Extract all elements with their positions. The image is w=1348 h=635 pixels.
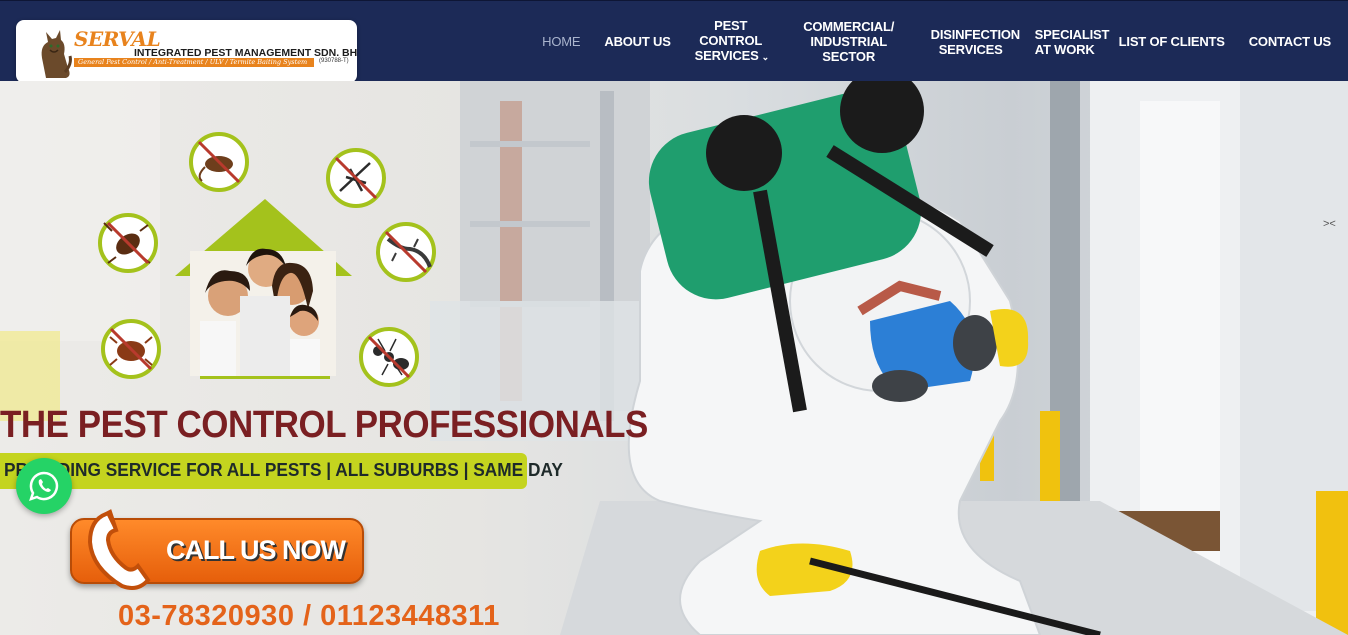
nav-list-of-clients[interactable]: LIST OF CLIENTS bbox=[1107, 34, 1237, 49]
hero-subline: PROVIDING SERVICE FOR ALL PESTS | ALL SU… bbox=[4, 460, 563, 480]
nav-contact-us[interactable]: CONTACT US bbox=[1237, 34, 1348, 49]
whatsapp-button[interactable] bbox=[16, 458, 72, 514]
rat-prohibited-icon bbox=[189, 132, 249, 192]
call-us-now-label: CALL US NOW bbox=[166, 535, 346, 565]
whatsapp-icon bbox=[29, 471, 59, 501]
nav-about-label: ABOUT US bbox=[604, 34, 671, 49]
nav-commercial-label: COMMERCIAL/ INDUSTRIAL SECTOR bbox=[803, 19, 895, 64]
nav-specialist-label: SPECIALIST AT WORK bbox=[1034, 26, 1110, 57]
nav-pest-control-label: PEST CONTROL SERVICES bbox=[694, 18, 763, 63]
lizard-prohibited-icon bbox=[376, 222, 436, 282]
nav-pest-control-services[interactable]: PEST CONTROL SERVICES ⌄ bbox=[683, 18, 779, 65]
nav-disinfection-label: DISINFECTION SERVICES bbox=[930, 26, 1021, 57]
logo-reg-no: (930788-T) bbox=[319, 58, 349, 64]
hero-headline: THE PEST CONTROL PROFESSIONALS bbox=[0, 404, 648, 446]
hero-banner: THE PEST CONTROL PROFESSIONALS PROVIDING… bbox=[0, 81, 1348, 635]
cockroach-prohibited-icon bbox=[98, 213, 158, 273]
nav-specialist-at-work[interactable]: SPECIALIST AT WORK bbox=[1023, 26, 1110, 57]
nav-commercial-industrial[interactable]: COMMERCIAL/ INDUSTRIAL SECTOR bbox=[779, 19, 919, 64]
nav-contact-label: CONTACT US bbox=[1248, 34, 1331, 49]
phone-numbers[interactable]: 03-78320930 / 01123448311 bbox=[118, 600, 500, 633]
nav-clients-label: LIST OF CLIENTS bbox=[1118, 34, 1225, 49]
mosquito-prohibited-icon bbox=[326, 148, 386, 208]
main-nav: HOME ABOUT US PEST CONTROL SERVICES ⌄ COM… bbox=[530, 1, 1348, 82]
cat-logo-icon bbox=[41, 30, 72, 78]
call-us-now-button[interactable]: CALL US NOW bbox=[70, 509, 364, 590]
phone-icon bbox=[87, 509, 151, 590]
ant-prohibited-icon bbox=[359, 327, 419, 387]
chevron-down-icon: ⌄ bbox=[761, 52, 770, 62]
site-header: SERVAL INTEGRATED PEST MANAGEMENT SDN. B… bbox=[0, 0, 1348, 83]
slider-arrow-icon[interactable]: >< bbox=[1323, 218, 1336, 230]
site-logo[interactable]: SERVAL INTEGRATED PEST MANAGEMENT SDN. B… bbox=[16, 20, 357, 83]
logo-tagline: General Pest Control / Anti-Treatment / … bbox=[74, 58, 314, 67]
bedbug-prohibited-icon bbox=[101, 319, 161, 379]
nav-home-label: HOME bbox=[542, 34, 581, 49]
nav-about-us[interactable]: ABOUT US bbox=[592, 34, 682, 49]
nav-disinfection-services[interactable]: DISINFECTION SERVICES bbox=[919, 27, 1023, 57]
nav-home[interactable]: HOME bbox=[530, 34, 592, 49]
